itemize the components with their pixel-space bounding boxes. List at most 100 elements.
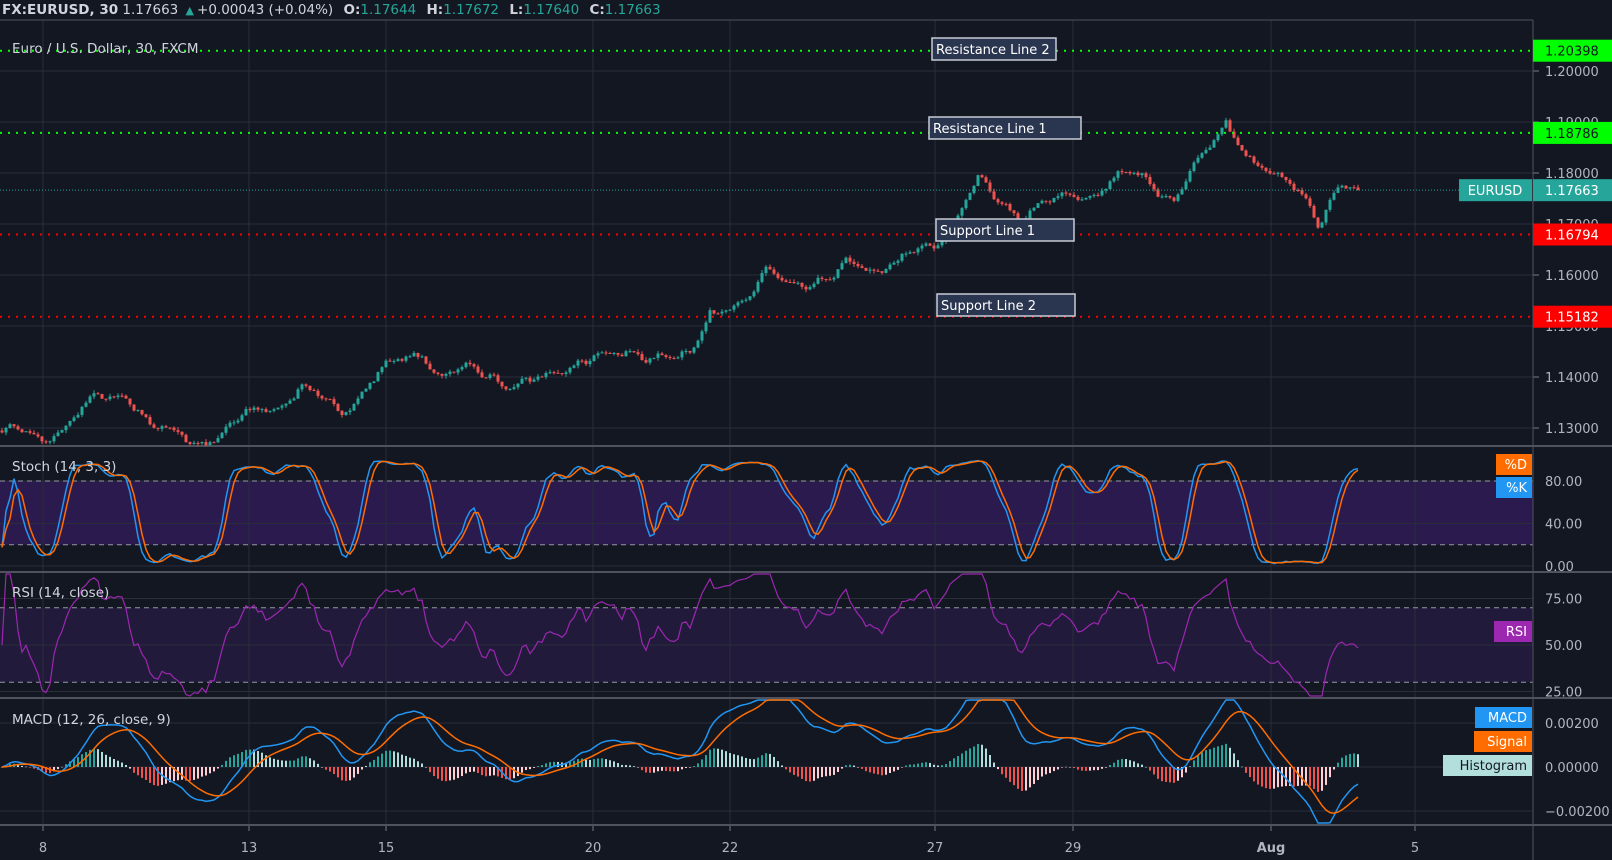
macd-histogram-bar <box>809 767 811 782</box>
symbol-tag-label: EURUSD <box>1468 184 1523 199</box>
macd-histogram-bar <box>1057 767 1059 770</box>
candle-down <box>912 252 916 254</box>
macd-histogram-bar <box>933 764 935 767</box>
candle-down <box>780 277 784 281</box>
candle-up <box>1204 149 1208 154</box>
macd-histogram-bar <box>165 767 167 784</box>
price-tick-label: 1.20000 <box>1545 65 1599 80</box>
candle-up <box>548 372 552 374</box>
macd-histogram-bar <box>777 761 779 767</box>
macd-histogram-bar <box>1005 767 1007 778</box>
macd-histogram-bar <box>433 767 435 777</box>
macd-histogram-bar <box>1121 758 1123 767</box>
macd-histogram-bar <box>385 750 387 767</box>
candle-down <box>424 356 428 364</box>
macd-histogram-bar <box>409 757 411 767</box>
macd-histogram-bar <box>729 753 731 767</box>
candle-down <box>1312 205 1316 218</box>
candle-up <box>368 382 372 389</box>
candle-down <box>180 431 184 435</box>
candle-down <box>716 313 720 315</box>
macd-histogram-bar <box>593 759 595 767</box>
candle-down <box>644 359 648 363</box>
candle-up <box>1332 192 1336 200</box>
x-tick-label: 27 <box>927 841 944 856</box>
macd-histogram-bar <box>1193 760 1195 767</box>
macd-histogram-bar <box>57 767 59 770</box>
candle-up <box>240 415 244 421</box>
candle-down <box>1260 165 1264 168</box>
candle-down <box>120 395 124 397</box>
candle-up <box>1184 181 1188 190</box>
macd-histogram-bar <box>761 755 763 767</box>
candle-up <box>896 260 900 263</box>
candle-down <box>996 199 1000 203</box>
macd-histogram-bar <box>1045 767 1047 775</box>
rsi-tick-label: 75.00 <box>1545 593 1582 608</box>
candle-down <box>872 269 876 271</box>
candle-up <box>1220 127 1224 135</box>
macd-histogram-bar <box>325 767 327 770</box>
candle-up <box>936 245 940 249</box>
candle-up <box>1320 222 1324 228</box>
macd-histogram-bar <box>541 765 543 767</box>
candle-down <box>1136 172 1140 176</box>
macd-histogram-bar <box>1001 767 1003 775</box>
macd-histogram-bar <box>889 767 891 773</box>
candle-down <box>336 403 340 411</box>
macd-histogram-bar <box>513 767 515 779</box>
macd-histogram-bar <box>785 767 787 770</box>
macd-histogram-bar <box>737 755 739 767</box>
candle-up <box>60 430 64 433</box>
stoch-k-tag-label: %K <box>1506 481 1527 496</box>
candle-down <box>152 424 156 428</box>
macd-histogram-bar <box>1165 767 1167 783</box>
macd-histogram-bar <box>481 767 483 776</box>
macd-histogram-bar <box>997 767 999 770</box>
macd-histogram-bar <box>1337 762 1339 767</box>
candle-up <box>296 389 300 399</box>
candle-up <box>692 347 696 353</box>
candle-down <box>560 373 564 375</box>
candle-down <box>864 267 868 271</box>
macd-histogram-bar <box>1237 760 1239 767</box>
candle-up <box>908 252 912 254</box>
macd-histogram-bar <box>853 765 855 767</box>
macd-histogram-bar <box>521 767 523 773</box>
candle-down <box>184 434 188 443</box>
macd-histogram-bar <box>129 767 131 769</box>
candle-down <box>776 273 780 278</box>
candle-down <box>540 376 544 378</box>
macd-histogram-bar <box>1137 763 1139 767</box>
candle-down <box>1168 196 1172 198</box>
macd-histogram-bar <box>1253 767 1255 782</box>
candle-up <box>888 264 892 270</box>
candle-up <box>412 352 416 357</box>
candle-down <box>472 364 476 367</box>
candle-up <box>868 269 872 271</box>
macd-histogram-bar <box>477 767 479 773</box>
macd-histogram-bar <box>485 767 487 777</box>
candle-down <box>484 377 488 379</box>
candle-up <box>136 409 140 411</box>
candle-up <box>656 353 660 358</box>
candle-up <box>1140 173 1144 176</box>
candle-up <box>1276 172 1280 174</box>
candle-up <box>456 369 460 373</box>
macd-histogram-bar <box>393 751 395 767</box>
candle-up <box>420 356 424 358</box>
macd-histogram-bar <box>977 743 979 767</box>
candle-up <box>808 287 812 290</box>
macd-histogram-bar <box>945 764 947 767</box>
macd-histogram-bar <box>113 759 115 767</box>
macd-histogram-bar <box>909 764 911 767</box>
candle-down <box>28 431 32 433</box>
macd-histogram-bar <box>369 762 371 767</box>
candle-down <box>1288 180 1292 184</box>
macd-histogram-bar <box>1209 749 1211 767</box>
macd-histogram-bar <box>453 767 455 780</box>
chart-canvas[interactable]: 8131520222729Aug51.200001.190001.180001.… <box>0 0 1612 860</box>
candle-down <box>492 374 496 376</box>
macd-histogram-bar <box>985 748 987 767</box>
candle-down <box>0 430 4 433</box>
